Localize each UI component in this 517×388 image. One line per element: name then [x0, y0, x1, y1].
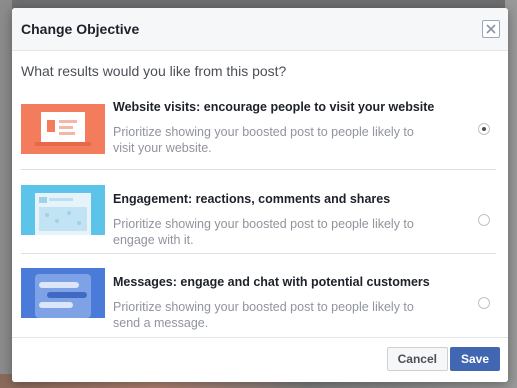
- cancel-button[interactable]: Cancel: [386, 347, 448, 371]
- option-radio[interactable]: [478, 214, 490, 226]
- save-button[interactable]: Save: [449, 347, 500, 371]
- option-radio[interactable]: [478, 297, 490, 309]
- dialog-title: Change Objective: [21, 21, 140, 37]
- option-divider: [21, 253, 496, 254]
- objective-question: What results would you like from this po…: [21, 63, 287, 79]
- close-icon: [486, 24, 496, 34]
- option-radio-selected[interactable]: [478, 123, 490, 135]
- option-title: Messages: engage and chat with potential…: [113, 275, 430, 289]
- background-page-left: [0, 0, 12, 388]
- option-description: Prioritize showing your boosted post to …: [113, 217, 414, 247]
- option-messages[interactable]: Messages: engage and chat with potential…: [21, 263, 496, 333]
- option-description: Prioritize showing your boosted post to …: [113, 300, 414, 330]
- option-title: Website visits: encourage people to visi…: [113, 100, 435, 114]
- option-title: Engagement: reactions, comments and shar…: [113, 192, 391, 206]
- option-engagement[interactable]: Engagement: reactions, comments and shar…: [21, 180, 496, 250]
- engagement-illustration-icon: [21, 185, 105, 235]
- dialog-header: Change Objective: [12, 8, 508, 51]
- option-description: Prioritize showing your boosted post to …: [113, 125, 414, 155]
- option-website-visits[interactable]: Website visits: encourage people to visi…: [21, 96, 496, 166]
- option-divider: [21, 169, 496, 170]
- website-illustration-icon: [21, 104, 105, 154]
- close-button[interactable]: [482, 20, 500, 38]
- change-objective-dialog: Change Objective What results would you …: [12, 8, 508, 382]
- messages-illustration-icon: [21, 268, 105, 318]
- dialog-footer: Cancel Save: [12, 337, 508, 382]
